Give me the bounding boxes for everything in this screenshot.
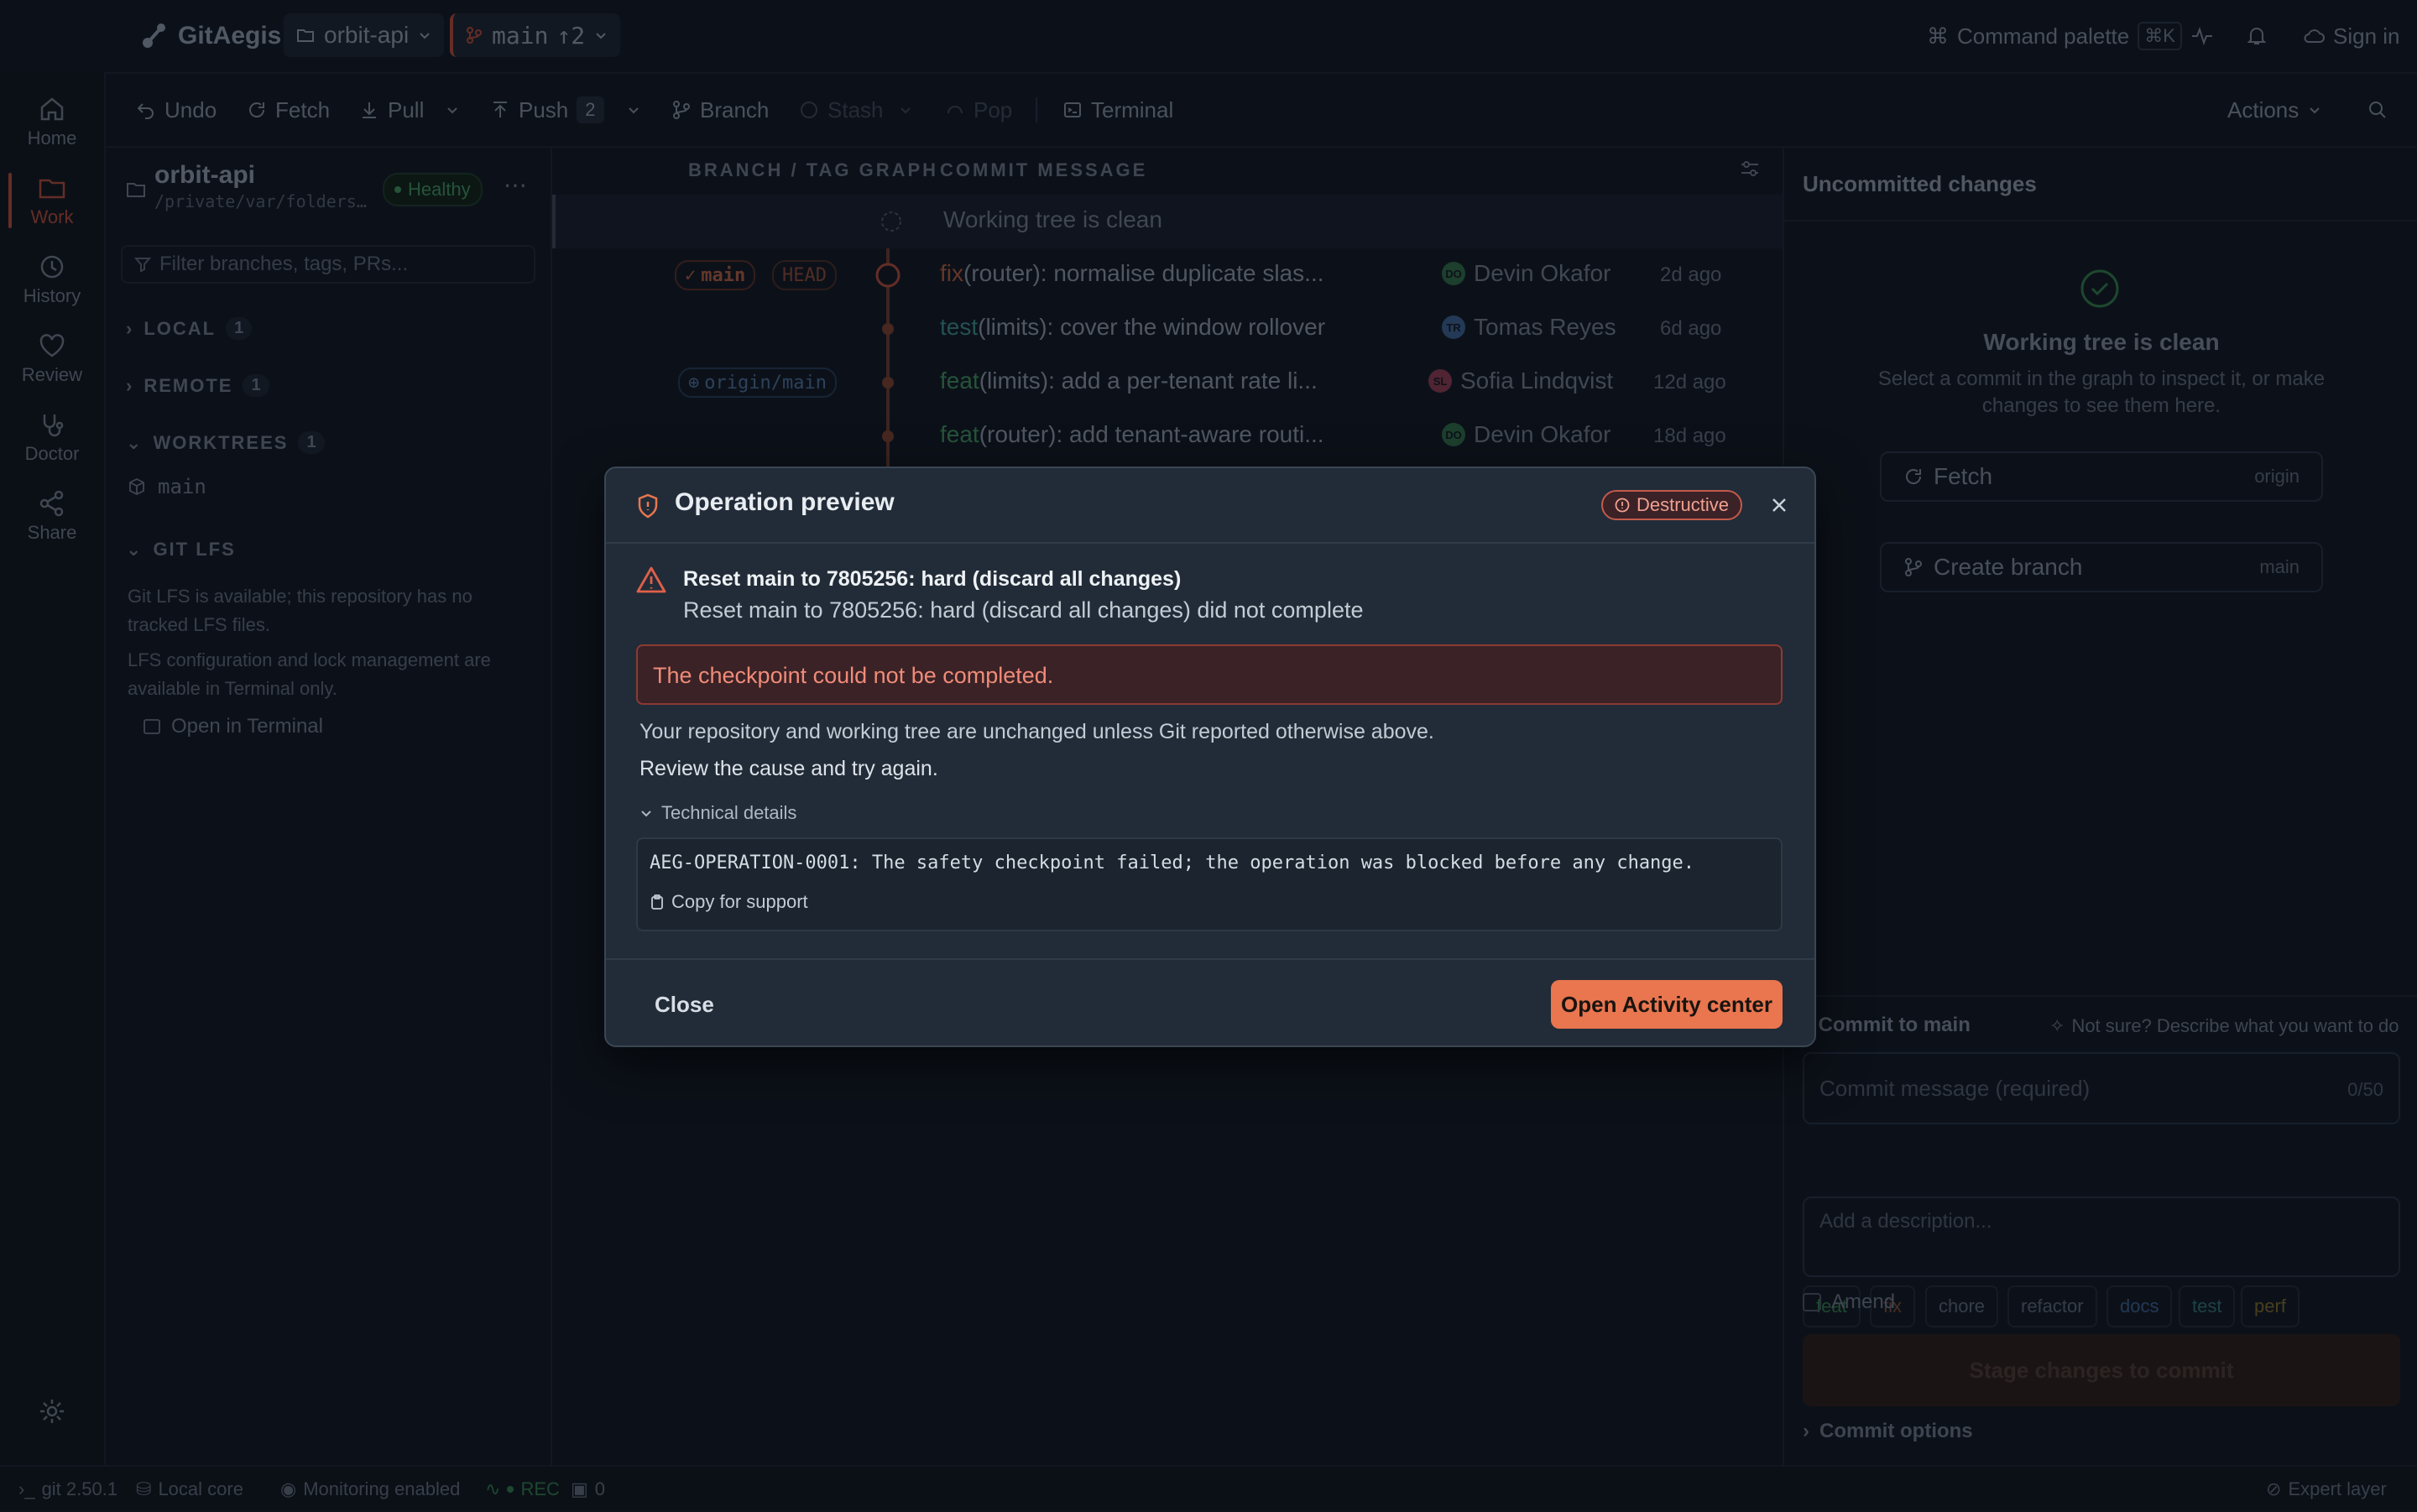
dialog-title: Operation preview [675, 488, 895, 516]
clipboard-icon [651, 894, 663, 910]
error-code: AEG-OPERATION-0001: The safety checkpoin… [650, 852, 1695, 873]
open-activity-center-button[interactable]: Open Activity center [1551, 980, 1783, 1029]
error-banner: The checkpoint could not be completed. [636, 644, 1783, 705]
technical-details-label: Technical details [661, 802, 797, 823]
technical-details-box: AEG-OPERATION-0001: The safety checkpoin… [636, 837, 1783, 931]
dialog-footer: Close Open Activity center [606, 958, 1814, 1047]
close-icon[interactable] [1769, 495, 1789, 515]
error-message: The checkpoint could not be completed. [653, 663, 1054, 688]
alert-circle-icon [1615, 498, 1630, 513]
operation-subline: Reset main to 7805256: hard (discard all… [683, 597, 1364, 623]
destructive-badge: Destructive [1601, 490, 1743, 520]
chevron-down-icon [641, 811, 651, 817]
warning-triangle-icon [636, 566, 666, 593]
close-button[interactable]: Close [639, 980, 729, 1029]
dialog-header: Operation preview Destructive [606, 468, 1814, 544]
copy-support-button[interactable]: Copy for support [650, 891, 808, 913]
info-unchanged: Your repository and working tree are unc… [639, 720, 1434, 743]
operation-preview-dialog: Operation preview Destructive Reset main… [604, 467, 1816, 1047]
destructive-label: Destructive [1637, 494, 1730, 515]
copy-support-label: Copy for support [671, 891, 808, 912]
operation-headline: Reset main to 7805256: hard (discard all… [683, 567, 1182, 591]
technical-details-toggle[interactable]: Technical details [639, 802, 796, 824]
shield-icon [638, 493, 658, 519]
info-retry: Review the cause and try again. [639, 757, 938, 780]
